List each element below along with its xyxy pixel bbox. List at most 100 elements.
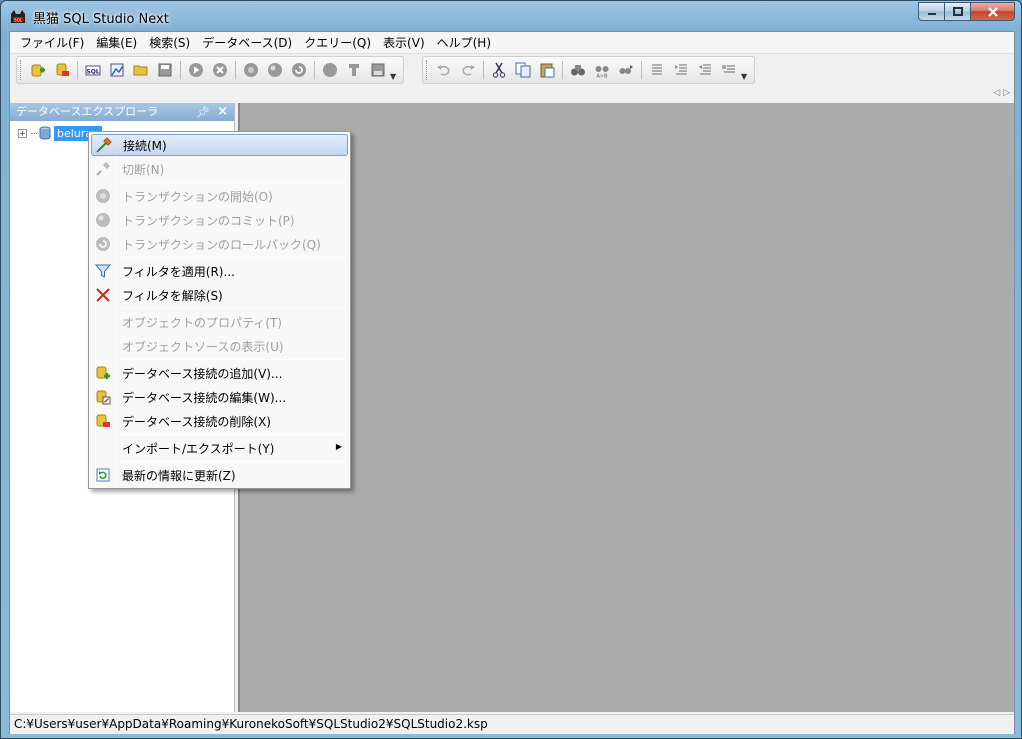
menu-item-label: オブジェクトソースの表示(U) xyxy=(122,339,284,354)
find-next-icon xyxy=(619,65,633,74)
pin-icon[interactable]: 📌︎ xyxy=(196,104,210,122)
app-logo-icon: SQL xyxy=(11,10,25,23)
menu-item-label: トランザクションのロールバック(Q) xyxy=(122,237,321,252)
menu-item-label: フィルタを適用(R)... xyxy=(122,264,235,279)
menu-item-clear-filter[interactable]: フィルタを解除(S) xyxy=(91,284,348,306)
minimize-icon xyxy=(927,12,936,15)
replace-button[interactable]: A>B xyxy=(591,59,613,81)
indent-icon xyxy=(675,64,687,75)
panel-title: データベースエクスプローラ 📌︎ × xyxy=(10,103,234,121)
record-button[interactable] xyxy=(319,59,341,81)
chart-button[interactable] xyxy=(106,59,128,81)
menu-item-object-source[interactable]: オブジェクトソースの表示(U) xyxy=(91,335,348,357)
delete-connection-icon xyxy=(96,414,110,427)
add-connection-icon xyxy=(96,366,110,379)
context-menu: 接続(M) 切断(N) トランザクションの開始(O) トランザクションのコミット… xyxy=(88,131,351,489)
menu-item-add-connection[interactable]: データベース接続の追加(V)... xyxy=(91,362,348,384)
toolbar-grip[interactable] xyxy=(426,60,429,80)
menu-item-label: データベース接続の削除(X) xyxy=(122,414,271,429)
menu-item-apply-filter[interactable]: フィルタを適用(R)... xyxy=(91,260,348,282)
find-button[interactable] xyxy=(567,59,589,81)
format-button[interactable] xyxy=(343,59,365,81)
new-sql-icon: SQL xyxy=(85,65,101,76)
edit-connection-icon xyxy=(96,390,111,405)
undo-icon xyxy=(437,65,450,76)
svg-text:A>B: A>B xyxy=(596,74,608,79)
menu-item-refresh[interactable]: 最新の情報に更新(Z) xyxy=(91,464,348,486)
menu-item-object-properties[interactable]: オブジェクトのプロパティ(T) xyxy=(91,311,348,333)
begin-transaction-button[interactable] xyxy=(240,59,262,81)
document-nav-arrows-icon[interactable]: ◁ ▷ xyxy=(993,88,1010,98)
clear-filter-icon xyxy=(96,288,110,302)
maximize-button[interactable] xyxy=(945,2,971,21)
run-button[interactable] xyxy=(185,59,207,81)
panel-close-icon[interactable]: × xyxy=(217,103,228,121)
toolbar-overflow-icon[interactable]: ▼ xyxy=(390,72,400,81)
menu-item-disconnect[interactable]: 切断(N) xyxy=(91,158,348,180)
add-connection-button[interactable] xyxy=(27,59,49,81)
menu-item-commit[interactable]: トランザクションのコミット(P) xyxy=(91,209,348,231)
commit-button[interactable] xyxy=(264,59,286,81)
menu-database[interactable]: データベース(D) xyxy=(196,33,298,53)
copy-button[interactable] xyxy=(512,59,534,81)
comment-icon xyxy=(722,65,735,73)
menu-search[interactable]: 検索(S) xyxy=(143,33,196,53)
menu-file[interactable]: ファイル(F) xyxy=(14,33,90,53)
menu-query[interactable]: クエリー(Q) xyxy=(298,33,377,53)
menu-item-label: トランザクションの開始(O) xyxy=(122,189,273,204)
menu-item-rollback[interactable]: トランザクションのロールバック(Q) xyxy=(91,233,348,255)
begin-transaction-icon xyxy=(244,63,258,77)
undo-button[interactable] xyxy=(433,59,455,81)
align-button[interactable] xyxy=(646,59,668,81)
menu-item-begin-transaction[interactable]: トランザクションの開始(O) xyxy=(91,185,348,207)
toolbar-grip[interactable] xyxy=(20,60,23,80)
menu-edit[interactable]: 編集(E) xyxy=(90,33,143,53)
redo-button[interactable] xyxy=(457,59,479,81)
maximize-icon xyxy=(952,6,963,16)
minimize-button[interactable] xyxy=(918,2,945,21)
indent-button[interactable] xyxy=(670,59,692,81)
title-bar[interactable]: SQL 黒猫 SQL Studio Next xyxy=(1,1,1021,31)
comment-button[interactable] xyxy=(718,59,740,81)
delete-connection-button[interactable] xyxy=(51,59,73,81)
menu-item-label: オブジェクトのプロパティ(T) xyxy=(122,315,282,330)
cut-button[interactable] xyxy=(488,59,510,81)
database-icon xyxy=(39,126,51,140)
rollback-button[interactable] xyxy=(288,59,310,81)
tree-expand-icon[interactable]: + xyxy=(18,128,27,138)
refresh-icon xyxy=(96,468,110,482)
close-button[interactable] xyxy=(971,2,1015,21)
paste-button[interactable] xyxy=(536,59,558,81)
format-icon xyxy=(349,64,359,76)
save-script-icon xyxy=(371,63,385,77)
menu-item-import-export[interactable]: インポート/エクスポート(Y) ▶ xyxy=(91,437,348,459)
open-button[interactable] xyxy=(130,59,152,81)
main-toolbar: SQL ▼ xyxy=(16,56,404,84)
new-sql-button[interactable]: SQL xyxy=(82,59,104,81)
replace-icon: A>B xyxy=(595,66,609,79)
toolbar-overflow-icon[interactable]: ▼ xyxy=(741,72,751,81)
save-icon xyxy=(158,63,172,77)
mdi-workspace xyxy=(238,103,1014,712)
menu-item-label: インポート/エクスポート(Y) xyxy=(122,441,275,456)
save-button[interactable] xyxy=(154,59,176,81)
add-connection-icon xyxy=(31,64,45,77)
delete-connection-icon xyxy=(56,63,69,76)
redo-icon xyxy=(462,65,475,76)
menu-item-edit-connection[interactable]: データベース接続の編集(W)... xyxy=(91,386,348,408)
menu-item-label: 接続(M) xyxy=(123,138,167,153)
menu-view[interactable]: 表示(V) xyxy=(377,33,431,53)
menu-item-delete-connection[interactable]: データベース接続の削除(X) xyxy=(91,410,348,432)
stop-button[interactable] xyxy=(209,59,231,81)
outdent-button[interactable] xyxy=(694,59,716,81)
save-script-button[interactable] xyxy=(367,59,389,81)
cut-icon xyxy=(492,62,506,78)
menu-item-connect[interactable]: 接続(M) xyxy=(91,134,348,156)
stop-icon xyxy=(213,63,227,77)
menu-help[interactable]: ヘルプ(H) xyxy=(431,33,497,53)
menu-item-label: データベース接続の編集(W)... xyxy=(122,390,287,405)
panel-title-text: データベースエクスプローラ xyxy=(16,105,159,118)
filter-icon xyxy=(95,264,111,278)
outdent-icon xyxy=(699,64,711,75)
find-next-button[interactable] xyxy=(615,59,637,81)
